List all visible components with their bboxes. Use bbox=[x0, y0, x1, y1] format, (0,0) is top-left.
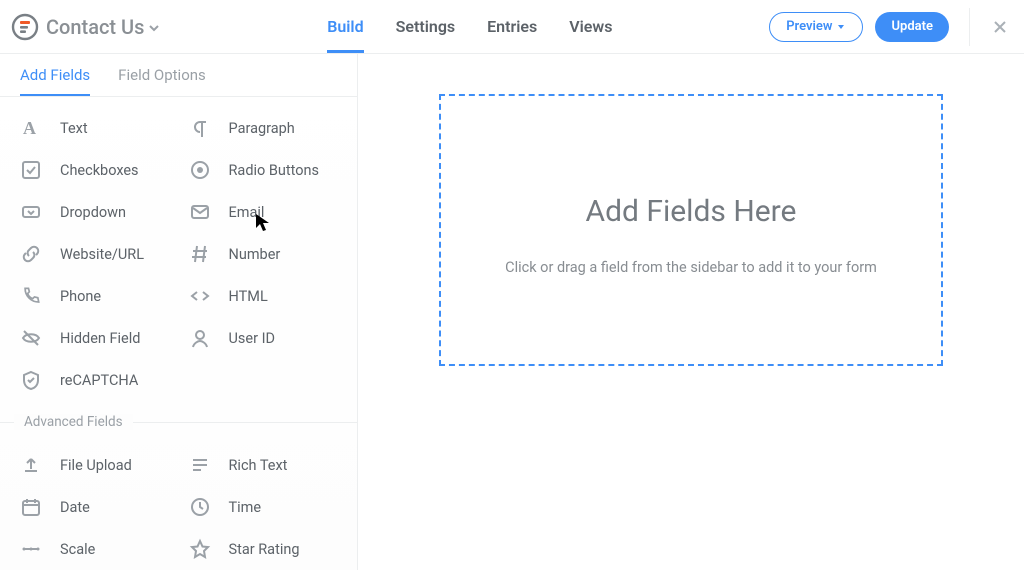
upload-icon bbox=[20, 454, 42, 476]
divider bbox=[969, 8, 970, 46]
nav-views[interactable]: Views bbox=[569, 0, 612, 53]
advanced-fields-heading: Advanced Fields bbox=[0, 413, 357, 430]
field-type-phone[interactable]: Phone bbox=[10, 275, 179, 317]
field-type-file-upload[interactable]: File Upload bbox=[10, 444, 179, 486]
field-type-label: Scale bbox=[60, 541, 95, 558]
close-button[interactable] bbox=[990, 17, 1010, 37]
hidden-icon bbox=[20, 327, 42, 349]
field-type-label: HTML bbox=[229, 288, 268, 305]
paragraph-icon bbox=[189, 117, 211, 139]
field-type-email[interactable]: Email bbox=[179, 191, 348, 233]
field-type-text[interactable]: Text bbox=[10, 107, 179, 149]
dropzone-subtitle: Click or drag a field from the sidebar t… bbox=[505, 259, 877, 276]
form-title-menu[interactable]: Contact Us bbox=[46, 15, 160, 39]
field-type-paragraph[interactable]: Paragraph bbox=[179, 107, 348, 149]
field-type-rich-text[interactable]: Rich Text bbox=[179, 444, 348, 486]
caret-down-icon bbox=[836, 22, 846, 32]
field-type-label: reCAPTCHA bbox=[60, 372, 138, 389]
sidebar: Add Fields Field Options Text Paragraph Ch… bbox=[0, 54, 358, 570]
form-canvas: Add Fields Here Click or drag a field fr… bbox=[358, 54, 1024, 570]
field-type-website-url[interactable]: Website/URL bbox=[10, 233, 179, 275]
field-type-label: Rich Text bbox=[229, 457, 288, 474]
field-type-label: Number bbox=[229, 246, 281, 263]
field-type-label: File Upload bbox=[60, 457, 132, 474]
field-type-date[interactable]: Date bbox=[10, 486, 179, 528]
chevron-down-icon bbox=[148, 22, 160, 34]
field-type-label: Star Rating bbox=[229, 541, 300, 558]
field-type-scale[interactable]: Scale bbox=[10, 528, 179, 570]
text-a-icon bbox=[20, 117, 42, 139]
field-type-label: Time bbox=[229, 499, 262, 516]
nav-settings[interactable]: Settings bbox=[396, 0, 456, 53]
field-type-hidden-field[interactable]: Hidden Field bbox=[10, 317, 179, 359]
star-icon bbox=[189, 538, 211, 560]
email-icon bbox=[189, 201, 211, 223]
scale-icon bbox=[20, 538, 42, 560]
main-nav: Build Settings Entries Views bbox=[170, 0, 769, 53]
top-bar: Contact Us Build Settings Entries Views … bbox=[0, 0, 1024, 54]
field-type-label: User ID bbox=[229, 330, 276, 347]
field-type-user-id[interactable]: User ID bbox=[179, 317, 348, 359]
radio-icon bbox=[189, 159, 211, 181]
tab-add-fields[interactable]: Add Fields bbox=[20, 66, 90, 96]
app-logo bbox=[10, 12, 40, 42]
user-icon bbox=[189, 327, 211, 349]
basic-field-list: Text Paragraph Checkboxes Radio Buttons Drop… bbox=[0, 97, 357, 401]
preview-button[interactable]: Preview bbox=[769, 12, 863, 42]
nav-entries[interactable]: Entries bbox=[487, 0, 537, 53]
field-type-label: Checkboxes bbox=[60, 162, 139, 179]
field-type-label: Hidden Field bbox=[60, 330, 140, 347]
field-type-radio-buttons[interactable]: Radio Buttons bbox=[179, 149, 348, 191]
field-type-label: Dropdown bbox=[60, 204, 126, 221]
checkbox-icon bbox=[20, 159, 42, 181]
field-type-checkboxes[interactable]: Checkboxes bbox=[10, 149, 179, 191]
link-icon bbox=[20, 243, 42, 265]
field-type-dropdown[interactable]: Dropdown bbox=[10, 191, 179, 233]
nav-build[interactable]: Build bbox=[327, 0, 363, 53]
field-type-label: Website/URL bbox=[60, 246, 144, 263]
field-type-recaptcha[interactable]: reCAPTCHA bbox=[10, 359, 179, 401]
field-type-number[interactable]: Number bbox=[179, 233, 348, 275]
code-icon bbox=[189, 285, 211, 307]
form-dropzone[interactable]: Add Fields Here Click or drag a field fr… bbox=[439, 94, 943, 366]
shield-icon bbox=[20, 369, 42, 391]
calendar-icon bbox=[20, 496, 42, 518]
dropdown-icon bbox=[20, 201, 42, 223]
phone-icon bbox=[20, 285, 42, 307]
dropzone-title: Add Fields Here bbox=[586, 194, 797, 229]
clock-icon bbox=[189, 496, 211, 518]
hash-icon bbox=[189, 243, 211, 265]
field-type-label: Radio Buttons bbox=[229, 162, 320, 179]
tab-field-options[interactable]: Field Options bbox=[118, 66, 206, 96]
update-button[interactable]: Update bbox=[875, 12, 949, 42]
advanced-field-list: File Upload Rich Text Date Time Scale Star Ra… bbox=[0, 434, 357, 570]
richtext-icon bbox=[189, 454, 211, 476]
field-type-label: Date bbox=[60, 499, 90, 516]
close-icon bbox=[992, 19, 1008, 35]
field-type-label: Text bbox=[60, 120, 88, 137]
field-type-label: Email bbox=[229, 204, 265, 221]
field-type-label: Phone bbox=[60, 288, 101, 305]
field-type-label: Paragraph bbox=[229, 120, 295, 137]
field-type-html[interactable]: HTML bbox=[179, 275, 348, 317]
field-type-time[interactable]: Time bbox=[179, 486, 348, 528]
field-type-star-rating[interactable]: Star Rating bbox=[179, 528, 348, 570]
form-title-text: Contact Us bbox=[46, 15, 144, 39]
